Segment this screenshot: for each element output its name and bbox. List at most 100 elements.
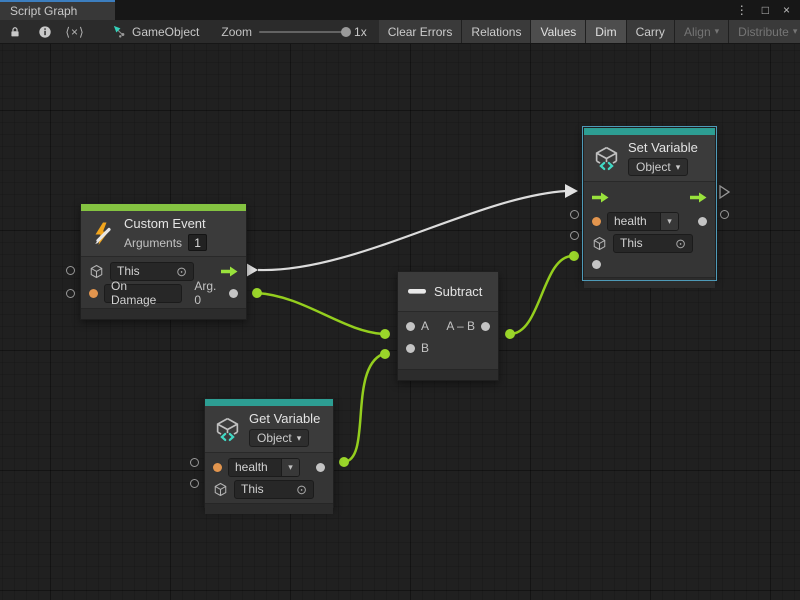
script-graph-window: Script Graph ⋮ □ × ⟨×⟩	[0, 0, 800, 600]
unconnected-port[interactable]	[190, 458, 199, 467]
variable-scope-dropdown[interactable]: Object ▾	[249, 429, 309, 447]
maximize-icon[interactable]: □	[762, 4, 769, 16]
variable-name-port[interactable]	[592, 217, 601, 226]
node-get-variable[interactable]: Get Variable Object ▾ health ▾	[204, 398, 334, 508]
unconnected-port[interactable]	[190, 479, 199, 488]
set-variable-header: Set Variable Object ▾	[584, 135, 715, 182]
node-subtract[interactable]: Subtract A A – B B	[397, 271, 499, 381]
zoom-slider[interactable]	[259, 31, 347, 33]
arg0-output-port[interactable]	[229, 289, 238, 298]
variable-name-dropdown[interactable]: health ▾	[228, 458, 300, 477]
custom-event-body: This ⊙ On Damage Arg. 0	[81, 257, 246, 308]
wire-getvar-to-b[interactable]	[344, 354, 383, 462]
graph-target-chip[interactable]: GameObject	[104, 20, 207, 43]
value-output-port[interactable]	[316, 463, 325, 472]
relations-button[interactable]: Relations	[462, 20, 530, 43]
chevron-down-icon: ▾	[667, 217, 672, 226]
flow-input-port[interactable]	[592, 192, 609, 203]
game-object-cube-icon	[89, 264, 104, 279]
arg0-wire-dot[interactable]	[252, 288, 262, 298]
unconnected-port[interactable]	[570, 231, 579, 240]
unconnected-flow-port[interactable]	[719, 185, 730, 199]
tab-script-graph[interactable]: Script Graph	[0, 0, 115, 20]
zoom-label: Zoom	[221, 25, 252, 39]
variable-name-port[interactable]	[213, 463, 222, 472]
variable-cube-icon	[214, 416, 241, 443]
unconnected-port[interactable]	[720, 210, 729, 219]
lock-button[interactable]	[0, 20, 30, 43]
unconnected-port[interactable]	[66, 266, 75, 275]
flow-input-arrow[interactable]	[565, 184, 578, 198]
value-output-port[interactable]	[698, 217, 707, 226]
graph-toolbar: ⟨×⟩ GameObject Zoom 1x Clear Errors	[0, 20, 800, 44]
output-port[interactable]	[481, 322, 490, 331]
input-b-port[interactable]	[406, 344, 415, 353]
custom-event-header: Custom Event Arguments 1	[81, 211, 246, 257]
info-button[interactable]	[30, 20, 60, 43]
unconnected-port[interactable]	[66, 289, 75, 298]
node-set-variable[interactable]: Set Variable Object ▾	[583, 127, 716, 280]
node-footer	[205, 503, 333, 514]
clear-errors-button[interactable]: Clear Errors	[379, 20, 462, 43]
flow-output-port[interactable]	[221, 266, 238, 277]
close-icon[interactable]: ×	[783, 4, 790, 16]
flow-output-port[interactable]	[690, 192, 707, 203]
input-a-port[interactable]	[406, 322, 415, 331]
lock-icon	[8, 23, 22, 41]
graph-target-label: GameObject	[132, 25, 199, 39]
unconnected-port[interactable]	[570, 210, 579, 219]
event-accent-bar	[81, 204, 246, 211]
node-title: Subtract	[434, 284, 482, 299]
variable-name-dropdown[interactable]: health ▾	[607, 212, 679, 231]
object-picker-icon: ⊙	[176, 265, 187, 278]
node-title: Custom Event	[124, 216, 207, 231]
tab-bar: Script Graph ⋮ □ ×	[0, 0, 800, 20]
chevron-down-icon: ▾	[676, 163, 681, 172]
arguments-count-field[interactable]: 1	[188, 234, 207, 251]
flow-output-arrow[interactable]	[246, 263, 258, 277]
chevron-down-icon: ▾	[297, 434, 302, 443]
wire-subtract-to-setvar[interactable]	[510, 256, 572, 334]
get-variable-body: health ▾ This ⊙	[205, 453, 333, 503]
subtract-body: A A – B B	[398, 312, 498, 369]
values-toggle[interactable]: Values	[531, 20, 585, 43]
carry-toggle[interactable]: Carry	[627, 20, 674, 43]
toolbar-buttons: Clear Errors Relations Values Dim Carry …	[379, 20, 800, 43]
set-variable-body: health ▾ This ⊙	[584, 182, 715, 277]
setvar-value-wire-dot[interactable]	[569, 251, 579, 261]
variable-scope-dropdown[interactable]: Object ▾	[628, 158, 688, 176]
variable-accent-bar	[584, 128, 715, 135]
output-label: A – B	[446, 319, 475, 333]
subtract-b-wire-dot[interactable]	[380, 349, 390, 359]
window-controls: ⋮ □ ×	[726, 0, 800, 20]
object-picker-icon: ⊙	[296, 483, 307, 496]
node-custom-event[interactable]: Custom Event Arguments 1 This ⊙	[80, 203, 247, 320]
align-dropdown[interactable]: Align ▾	[675, 20, 728, 43]
target-field[interactable]: This ⊙	[613, 234, 693, 253]
subtract-a-wire-dot[interactable]	[380, 329, 390, 339]
zoom-slider-knob[interactable]	[341, 27, 351, 37]
distribute-dropdown[interactable]: Distribute ▾	[729, 20, 800, 43]
object-picker-icon: ⊙	[675, 237, 686, 250]
flow-wire[interactable]	[258, 191, 566, 270]
event-name-field[interactable]: On Damage	[104, 284, 182, 303]
target-field[interactable]: This ⊙	[110, 262, 194, 281]
graph-canvas[interactable]: Custom Event Arguments 1 This ⊙	[0, 44, 800, 600]
chevron-down-icon: ▾	[288, 463, 293, 472]
getvar-wire-dot[interactable]	[339, 457, 349, 467]
node-footer	[584, 277, 715, 288]
new-value-input-port[interactable]	[592, 260, 601, 269]
subtract-icon	[408, 289, 426, 294]
event-name-port[interactable]	[89, 289, 98, 298]
subtract-out-wire-dot[interactable]	[505, 329, 515, 339]
custom-event-icon	[90, 221, 116, 247]
menu-icon[interactable]: ⋮	[736, 4, 748, 16]
arguments-label: Arguments	[124, 236, 182, 250]
edit-code-button[interactable]: ⟨×⟩	[60, 20, 90, 43]
dim-toggle[interactable]: Dim	[586, 20, 625, 43]
game-object-cube-icon	[592, 236, 607, 251]
node-title: Set Variable	[628, 140, 698, 155]
wire-arg0-to-a[interactable]	[257, 293, 384, 334]
zoom-value: 1x	[354, 25, 367, 39]
target-field[interactable]: This ⊙	[234, 480, 314, 499]
